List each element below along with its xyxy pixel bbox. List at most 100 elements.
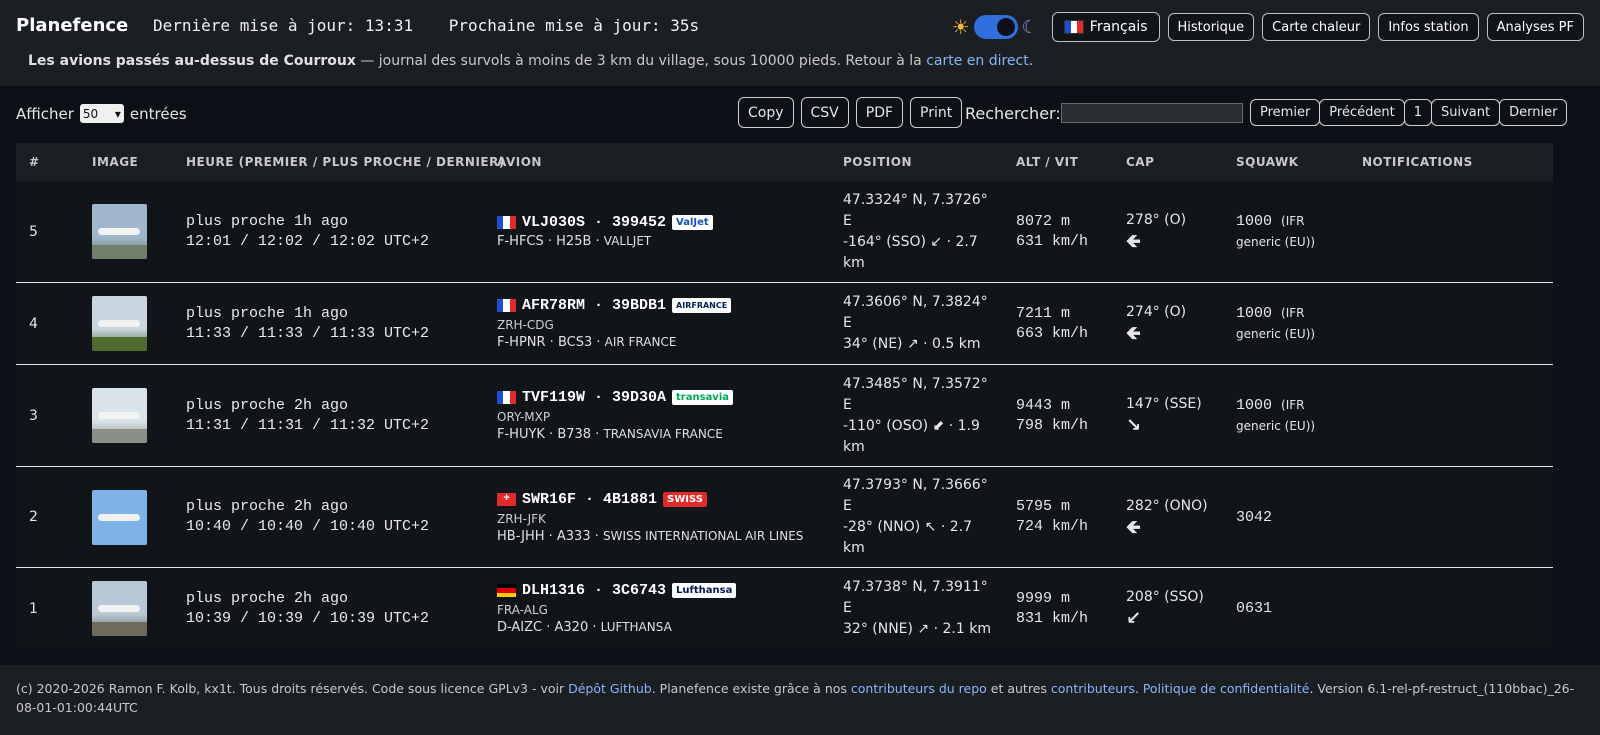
- pagination: Premier Précédent 1 Suivant Dernier: [1250, 99, 1568, 126]
- callsign-link[interactable]: VLJ030S · 399452: [522, 214, 666, 231]
- flight-times: plus proche 1h ago 11:33 / 11:33 / 11:33…: [186, 304, 429, 344]
- position-line: km: [843, 254, 865, 271]
- altitude-speed: 9443 m 798 km/h: [1016, 396, 1088, 436]
- french-flag-icon: [1063, 20, 1084, 34]
- first-page-button[interactable]: Premier: [1250, 99, 1321, 126]
- column-header[interactable]: HEURE (PREMIER / PLUS PROCHE / DERNIER): [186, 155, 505, 169]
- github-link[interactable]: Dépôt Github: [568, 681, 652, 696]
- table-row: 2 plus proche 2h ago 10:40 / 10:40 / 10:…: [16, 466, 1553, 567]
- column-header[interactable]: POSITION: [843, 155, 912, 169]
- column-header[interactable]: NOTIFICATIONS: [1362, 155, 1473, 169]
- operator-name: LUFTHANSA: [600, 620, 672, 634]
- speed: 798 km/h: [1016, 416, 1089, 434]
- squawk: 1000 (IFR generic (EU)): [1236, 303, 1346, 345]
- altitude: 8072 m: [1016, 212, 1071, 230]
- position-line: -28° (NNO) ↖ · 2.7: [843, 519, 973, 535]
- print-button[interactable]: Print: [910, 97, 963, 128]
- aircraft-photo[interactable]: [92, 489, 147, 545]
- squawk-code: 0631: [1236, 600, 1273, 617]
- subtitle-end: .: [1028, 53, 1034, 69]
- column-header[interactable]: CAP: [1126, 155, 1154, 169]
- footer-text: (c) 2020-2026 Ramon F. Kolb, kx1t. Tous …: [16, 679, 1576, 717]
- heading: 274° (O) 🡸: [1126, 302, 1186, 345]
- squawk: 3042: [1236, 507, 1346, 528]
- aircraft-photo[interactable]: [92, 204, 147, 259]
- altitude-speed: 5795 m 724 km/h: [1016, 497, 1088, 537]
- nav-analyses-button[interactable]: Analyses PF: [1486, 13, 1584, 41]
- heading-arrow-icon: ↙: [1126, 608, 1142, 629]
- column-header[interactable]: IMAGE: [92, 155, 138, 169]
- next-page-button[interactable]: Suivant: [1430, 99, 1501, 126]
- repo-contributors-link[interactable]: contributeurs du repo: [851, 681, 987, 696]
- nav-heatmap-button[interactable]: Carte chaleur: [1262, 13, 1371, 41]
- csv-button[interactable]: CSV: [800, 97, 849, 128]
- callsign-link[interactable]: SWR16F · 4B1881: [522, 491, 657, 508]
- operator-name: VALLJET: [603, 234, 652, 248]
- live-map-link[interactable]: carte en direct: [926, 53, 1029, 69]
- callsign-link[interactable]: DLH1316 · 3C6743: [522, 582, 666, 599]
- position-line: 47.3324° N, 7.3726°: [843, 191, 988, 208]
- registration: F-HFCS · H25B · VALLJET: [497, 234, 713, 249]
- contributors-link[interactable]: contributeurs: [1051, 681, 1135, 696]
- heading-arrow-icon: 🡸: [1126, 231, 1141, 252]
- table-row: 3 plus proche 2h ago 11:31 / 11:31 / 11:…: [16, 364, 1553, 466]
- page-length-control: Afficher 50 ▾ entrées: [16, 104, 187, 123]
- operator-name: AIR FRANCE: [604, 335, 677, 349]
- last-update: Dernière mise à jour: 13:31: [153, 16, 414, 35]
- theme-switch[interactable]: ☀ ☾: [952, 15, 1038, 39]
- previous-page-button[interactable]: Précédent: [1319, 99, 1405, 126]
- registration: F-HUYK · B738 · TRANSAVIA FRANCE: [497, 427, 733, 442]
- copy-button[interactable]: Copy: [738, 97, 794, 128]
- heading: 278° (O) 🡸: [1126, 210, 1186, 253]
- aircraft-photo[interactable]: [92, 388, 147, 443]
- search-input[interactable]: [1060, 103, 1243, 123]
- language-button[interactable]: Français: [1051, 12, 1160, 42]
- page-length-value: 50: [82, 106, 99, 121]
- page-1-button[interactable]: 1: [1403, 99, 1432, 126]
- row-number: 1: [29, 600, 38, 617]
- position-line: 47.3606° N, 7.3824°: [843, 294, 988, 310]
- time-range: 10:40 / 10:40 / 10:40 UTC+2: [186, 518, 430, 535]
- position: 47.3485° N, 7.3572° E -110° (OSO) ⬋ · 1.…: [843, 374, 993, 458]
- column-header[interactable]: SQUAWK: [1236, 155, 1299, 169]
- registration-type: D-AIZC · A320 ·: [497, 620, 601, 635]
- callsign-link[interactable]: TVF119W · 39D30A: [522, 389, 666, 406]
- country-flag-icon: +: [497, 492, 516, 506]
- nav-station-info-button[interactable]: Infos station: [1378, 13, 1479, 41]
- table-row: 4 plus proche 1h ago 11:33 / 11:33 / 11:…: [16, 282, 1553, 364]
- aircraft-photo[interactable]: [92, 296, 147, 351]
- language-label: Français: [1089, 19, 1148, 35]
- heading: 282° (ONO) 🡸: [1126, 496, 1208, 539]
- operator-name: SWISS INTERNATIONAL AIR LINES: [603, 528, 804, 543]
- column-header[interactable]: ALT / VIT: [1016, 155, 1078, 169]
- airline-logo: transavia: [672, 390, 734, 405]
- heading-arrow-icon: 🡸: [1126, 323, 1141, 344]
- heading: 147° (SSE) ↘: [1126, 394, 1202, 437]
- flight-times: plus proche 2h ago 11:31 / 11:31 / 11:32…: [186, 396, 429, 436]
- privacy-policy-link[interactable]: Politique de confidentialité: [1143, 681, 1310, 696]
- heading-arrow-icon: ↘: [1126, 415, 1142, 436]
- registration: HB-JHH · A333 · SWISS INTERNATIONAL AIR …: [497, 529, 803, 544]
- subtitle-text: — journal des survols à moins de 3 km du…: [355, 53, 927, 69]
- time-range: 10:39 / 10:39 / 10:39 UTC+2: [186, 609, 430, 627]
- column-header[interactable]: AVION: [497, 155, 542, 169]
- table-row: 5 plus proche 1h ago 12:01 / 12:02 / 12:…: [16, 181, 1553, 282]
- aircraft-info: AFR78RM · 39BDB1 AIRFRANCE ZRH-CDG F-HPN…: [497, 297, 732, 350]
- nav-historique-button[interactable]: Historique: [1167, 13, 1255, 41]
- heading: 208° (SSO) ↙: [1126, 587, 1204, 630]
- column-header[interactable]: #: [29, 155, 40, 169]
- footer-text-part: et autres: [986, 681, 1051, 696]
- time-range: 11:31 / 11:31 / 11:32 UTC+2: [186, 416, 430, 434]
- page-length-select[interactable]: 50 ▾: [79, 104, 124, 123]
- callsign-link[interactable]: AFR78RM · 39BDB1: [522, 297, 666, 314]
- chevron-down-icon: ▾: [114, 106, 121, 121]
- last-page-button[interactable]: Dernier: [1499, 99, 1568, 126]
- airline-logo: Lufthansa: [672, 583, 737, 598]
- brand-title: Planefence: [16, 15, 129, 36]
- entries-label: entrées: [129, 104, 187, 123]
- closest-time: plus proche 1h ago: [186, 304, 349, 322]
- aircraft-photo[interactable]: [92, 581, 147, 636]
- registration: D-AIZC · A320 · LUFTHANSA: [497, 620, 736, 635]
- dark-mode-toggle[interactable]: [973, 15, 1018, 39]
- pdf-button[interactable]: PDF: [855, 97, 904, 128]
